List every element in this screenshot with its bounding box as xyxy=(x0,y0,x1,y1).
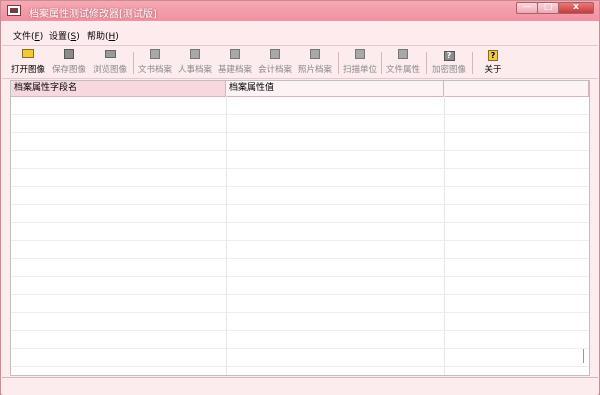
scan-unit-button[interactable]: 扫描单位 xyxy=(340,49,380,77)
doc-archive-button[interactable]: 文书档案 xyxy=(135,49,175,77)
table-row-line xyxy=(11,114,589,115)
column-divider xyxy=(444,96,445,375)
table-row-line xyxy=(11,276,589,277)
save-image-button[interactable]: 保存图像 xyxy=(49,49,89,77)
menu-help-tail: ) xyxy=(115,32,119,42)
about-button[interactable]: ? 关于 xyxy=(473,49,513,77)
folder-open-icon xyxy=(22,49,35,60)
menu-settings[interactable]: 设置(S) xyxy=(49,29,80,42)
main-window: 档案属性测试修改器[测试版] 文件(F) 设置(S) 帮助(H) 打开图像 保存… xyxy=(0,0,600,395)
archive-icon xyxy=(189,49,202,60)
toolbar: 打开图像 保存图像 浏览图像 文书档案 人事档案 基建档案 会计档案 照片档案 … xyxy=(2,45,598,79)
toolbar-separator xyxy=(338,52,339,74)
menu-settings-tail: ) xyxy=(76,32,80,42)
table-row-line xyxy=(11,312,589,313)
table-row-line xyxy=(11,150,589,151)
status-bar xyxy=(2,377,598,395)
menu-settings-label: 设置( xyxy=(49,32,71,42)
file-property-button[interactable]: 文件属性 xyxy=(383,49,423,77)
accounting-archive-label: 会计档案 xyxy=(257,65,292,75)
photo-archive-button[interactable]: 照片档案 xyxy=(295,49,335,77)
accounting-archive-button[interactable]: 会计档案 xyxy=(255,49,295,77)
menu-file-tail: ) xyxy=(39,32,44,42)
file-property-label: 文件属性 xyxy=(385,65,420,75)
table-row-line xyxy=(11,258,589,259)
encrypt-image-button[interactable]: ? 加密图像 xyxy=(429,49,469,77)
scroll-marker xyxy=(583,349,584,363)
menu-file-label: 文件( xyxy=(13,32,35,42)
construction-archive-button[interactable]: 基建档案 xyxy=(215,49,255,77)
table-row-line xyxy=(11,330,589,331)
file-property-icon xyxy=(397,49,410,60)
grid-header: 档案属性字段名 档案属性值 xyxy=(11,81,589,97)
lock-icon: ? xyxy=(443,49,456,61)
archive-icon xyxy=(269,49,282,60)
archive-property-grid[interactable]: 档案属性字段名 档案属性值 xyxy=(10,80,590,376)
personnel-archive-label: 人事档案 xyxy=(177,65,212,75)
browse-image-label: 浏览图像 xyxy=(92,65,127,75)
column-header-field-name[interactable]: 档案属性字段名 xyxy=(11,81,226,96)
toolbar-separator xyxy=(133,52,134,74)
table-row-line xyxy=(11,294,589,295)
encrypt-image-label: 加密图像 xyxy=(431,65,466,75)
open-image-button[interactable]: 打开图像 xyxy=(8,49,48,77)
save-image-label: 保存图像 xyxy=(51,65,86,75)
close-button[interactable] xyxy=(558,2,594,14)
about-label: 关于 xyxy=(484,65,502,75)
menu-help-label: 帮助( xyxy=(87,32,109,42)
menu-bar: 文件(F) 设置(S) 帮助(H) xyxy=(2,27,598,43)
table-row-line xyxy=(11,348,589,349)
window-title: 档案属性测试修改器[测试版] xyxy=(29,9,157,20)
table-row-line xyxy=(11,240,589,241)
maximize-button[interactable] xyxy=(537,2,559,14)
menu-help[interactable]: 帮助(H) xyxy=(87,29,119,42)
open-image-label: 打开图像 xyxy=(10,65,45,75)
table-row-line xyxy=(11,222,589,223)
table-row-line xyxy=(11,204,589,205)
archive-icon xyxy=(149,49,162,60)
column-header-field-value[interactable]: 档案属性值 xyxy=(226,81,444,96)
app-icon xyxy=(7,5,21,16)
save-icon xyxy=(63,49,76,60)
personnel-archive-button[interactable]: 人事档案 xyxy=(175,49,215,77)
table-row-line xyxy=(11,366,589,367)
toolbar-separator xyxy=(426,52,427,74)
scanner-icon xyxy=(354,49,367,60)
construction-archive-label: 基建档案 xyxy=(217,65,252,75)
archive-icon xyxy=(309,49,322,60)
table-row-line xyxy=(11,168,589,169)
monitor-icon xyxy=(104,49,117,60)
title-bar: 档案属性测试修改器[测试版] xyxy=(1,1,599,21)
table-row-line xyxy=(11,186,589,187)
toolbar-separator xyxy=(381,52,382,74)
minimize-button[interactable] xyxy=(516,2,538,14)
browse-image-button[interactable]: 浏览图像 xyxy=(90,49,130,77)
column-divider xyxy=(226,96,227,375)
help-icon: ? xyxy=(487,49,500,61)
menu-file[interactable]: 文件(F) xyxy=(13,29,43,42)
scan-unit-label: 扫描单位 xyxy=(342,65,377,75)
column-header-extra[interactable] xyxy=(444,81,589,96)
table-row-line xyxy=(11,132,589,133)
photo-archive-label: 照片档案 xyxy=(297,65,332,75)
archive-icon xyxy=(229,49,242,60)
doc-archive-label: 文书档案 xyxy=(137,65,172,75)
